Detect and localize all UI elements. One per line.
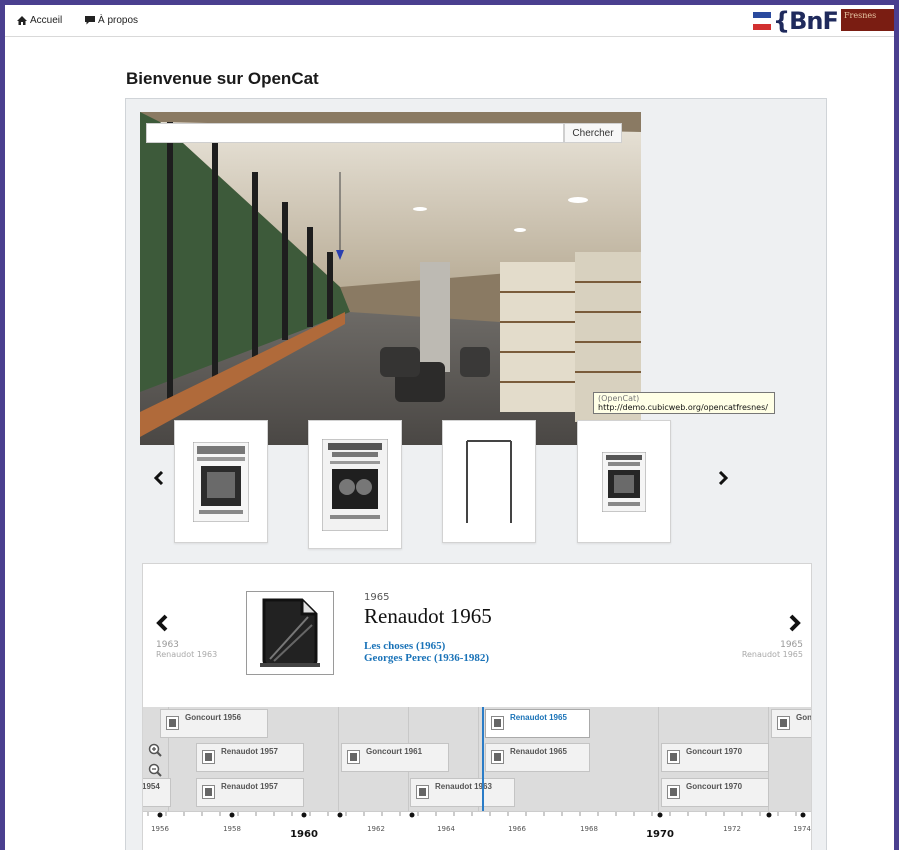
- axis-tick-label: 1956: [151, 825, 169, 833]
- chevron-left-icon: [154, 471, 164, 485]
- zoom-in-icon: [148, 743, 162, 757]
- timeline-next-label: Renaudot 1965: [741, 650, 803, 659]
- timeline-marker[interactable]: 1954: [142, 778, 171, 807]
- marker-thumb-icon: [202, 750, 215, 764]
- timeline-marker[interactable]: Gonc: [771, 709, 812, 738]
- marker-label: Renaudot 1965: [510, 747, 567, 756]
- slide-link-work[interactable]: Les choses (1965): [364, 640, 445, 652]
- carousel-item[interactable]: [308, 420, 402, 549]
- timeline-next-year: 1965: [780, 640, 803, 650]
- timeline-marker[interactable]: Renaudot 1965: [485, 743, 590, 772]
- timeline-prev-year: 1963: [156, 640, 179, 650]
- axis-ticks: [147, 812, 806, 818]
- fresnes-logo[interactable]: Fresnes: [841, 9, 894, 31]
- axis-tick-label: 1974: [793, 825, 811, 833]
- timeline-marker[interactable]: Renaudot 1963: [410, 778, 515, 807]
- timeline-era-divider: [338, 707, 339, 811]
- url-tooltip: (OpenCat) http://demo.cubicweb.org/openc…: [593, 392, 775, 414]
- axis-tick-label: 1970: [646, 829, 674, 840]
- slide-media: [246, 591, 334, 675]
- timeline-next-button[interactable]: [788, 608, 802, 639]
- axis-tick-label: 1972: [723, 825, 741, 833]
- axis-tick-label: 1960: [290, 829, 318, 840]
- page-title: Bienvenue sur OpenCat: [126, 69, 319, 88]
- marker-thumb-icon: [667, 785, 680, 799]
- zoom-out-icon: [148, 763, 162, 777]
- marker-label: Gonc: [796, 713, 812, 722]
- marker-thumb-icon: [347, 750, 360, 764]
- marker-label: Goncourt 1956: [185, 713, 242, 722]
- marker-thumb-icon: [491, 716, 504, 730]
- chevron-right-icon: [718, 471, 728, 485]
- timeline-marker[interactable]: Goncourt 1961: [341, 743, 449, 772]
- marker-thumb-icon: [166, 716, 179, 730]
- slide-link-author[interactable]: Georges Perec (1936-1982): [364, 652, 489, 664]
- marker-thumb-icon: [416, 785, 429, 799]
- home-icon: [17, 16, 27, 25]
- marker-label: Renaudot 1965: [510, 713, 567, 722]
- carousel-item[interactable]: [442, 420, 536, 543]
- timeline: 1963 Renaudot 1963 1965 Renaudot 1965 Le…: [142, 563, 812, 850]
- axis-tick-label: 1966: [508, 825, 526, 833]
- timeline-axis: 1956 1958 1960 1962 1964 1966 1968 1970 …: [143, 811, 811, 850]
- marker-label: 1954: [142, 782, 160, 791]
- zoom-in-button[interactable]: [148, 743, 162, 757]
- timeline-current-line: [482, 707, 484, 817]
- timeline-prev-button[interactable]: [155, 608, 169, 639]
- book-cover-icon: [322, 438, 388, 531]
- fresnes-logo-text: Fresnes: [844, 11, 877, 20]
- bnf-logo[interactable]: {BnF: [753, 7, 839, 35]
- tooltip-url: http://demo.cubicweb.org/opencatfresnes/: [598, 403, 768, 412]
- marker-label: Renaudot 1957: [221, 782, 278, 791]
- marker-label: Renaudot 1957: [221, 747, 278, 756]
- chevron-right-icon: [789, 614, 801, 632]
- timeline-marker[interactable]: Goncourt 1956: [160, 709, 268, 738]
- timeline-marker[interactable]: Goncourt 1970: [661, 743, 769, 772]
- chevron-left-icon: [156, 614, 168, 632]
- timeline-marker[interactable]: Renaudot 1957: [196, 778, 304, 807]
- nav-home-link[interactable]: Accueil: [17, 15, 62, 26]
- axis-tick-label: 1968: [580, 825, 598, 833]
- nav-about-link[interactable]: À propos: [85, 15, 138, 26]
- timeline-era-divider: [658, 707, 659, 811]
- marker-label: Goncourt 1970: [686, 782, 743, 791]
- marker-thumb-icon: [202, 785, 215, 799]
- tooltip-title: (OpenCat): [598, 394, 640, 403]
- library-photo: [140, 112, 641, 445]
- axis-tick-label: 1964: [437, 825, 455, 833]
- document-icon: [260, 598, 320, 667]
- timeline-prev-info[interactable]: 1963 Renaudot 1963: [156, 640, 217, 659]
- search-input[interactable]: [146, 123, 564, 143]
- timeline-nav[interactable]: Goncourt 1956 Renaudot 1957 Renaudot 195…: [142, 707, 812, 811]
- marker-label: Goncourt 1970: [686, 747, 743, 756]
- carousel-item[interactable]: [174, 420, 268, 543]
- timeline-prev-label: Renaudot 1963: [156, 650, 218, 659]
- slide-title: Renaudot 1965: [364, 604, 492, 628]
- timeline-marker[interactable]: Goncourt 1970: [661, 778, 769, 807]
- axis-tick-label: 1958: [223, 825, 241, 833]
- book-cover-icon: [193, 441, 249, 522]
- book-cover-icon: [602, 451, 646, 512]
- french-flag-icon: [753, 12, 771, 30]
- search-button[interactable]: Chercher: [564, 123, 622, 143]
- bnf-logo-text: {BnF: [773, 7, 839, 35]
- top-nav: Accueil À propos {BnF Fresnes: [5, 5, 894, 37]
- comment-icon: [85, 16, 95, 25]
- marker-thumb-icon: [777, 716, 790, 730]
- timeline-marker-active[interactable]: Renaudot 1965: [485, 709, 590, 738]
- timeline-marker[interactable]: Renaudot 1957: [196, 743, 304, 772]
- zoom-out-button[interactable]: [148, 763, 162, 777]
- carousel-item[interactable]: [577, 420, 671, 543]
- book-cover-icon: [464, 438, 514, 525]
- nav-home-label: Accueil: [30, 15, 63, 26]
- carousel-next-button[interactable]: [714, 465, 732, 491]
- marker-label: Goncourt 1961: [366, 747, 423, 756]
- nav-about-label: À propos: [98, 15, 139, 26]
- timeline-next-info[interactable]: 1965 Renaudot 1965: [742, 640, 803, 659]
- marker-thumb-icon: [667, 750, 680, 764]
- carousel-prev-button[interactable]: [150, 465, 168, 491]
- marker-thumb-icon: [491, 750, 504, 764]
- axis-tick-label: 1962: [367, 825, 385, 833]
- slide-year: 1965: [364, 592, 390, 603]
